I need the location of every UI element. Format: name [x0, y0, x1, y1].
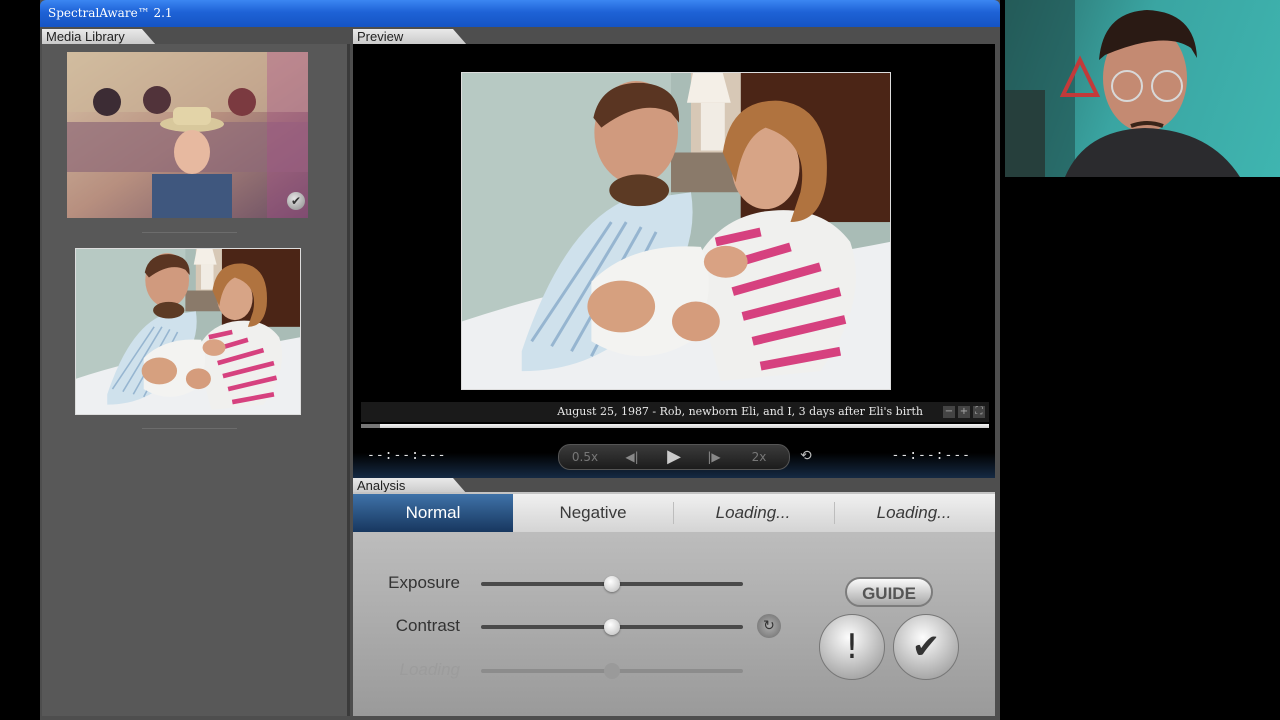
step-forward-icon[interactable]: |▶: [699, 445, 729, 469]
photo-caption: August 25, 1987 - Rob, newborn Eli, and …: [557, 405, 923, 418]
thumbnail-image: [76, 249, 300, 414]
guide-button[interactable]: GUIDE: [845, 577, 933, 607]
thumbnail-divider: [142, 428, 237, 429]
media-thumbnail-1[interactable]: ✔: [67, 52, 308, 218]
speed-slow-button[interactable]: 0.5x: [563, 445, 607, 469]
thumbnail-divider: [142, 232, 237, 233]
contrast-slider[interactable]: [481, 619, 743, 635]
transport-bar: --:--:--- 0.5x ◀| ▶ |▶ 2x ⟲ --:--:---: [353, 436, 995, 478]
thumbnail-image: [67, 52, 308, 218]
exposure-slider-thumb[interactable]: [604, 576, 620, 592]
title-bar[interactable]: SpectralAware™ 2.1: [40, 0, 1000, 27]
preview-header: Preview: [353, 29, 467, 45]
preview-photo: [461, 72, 891, 390]
media-library-header: Media Library: [42, 29, 156, 45]
caption-bar: August 25, 1987 - Rob, newborn Eli, and …: [361, 402, 989, 422]
tab-normal[interactable]: Normal: [353, 494, 513, 532]
media-thumbnail-2[interactable]: [75, 248, 301, 415]
confirm-button[interactable]: ✔: [893, 614, 959, 680]
step-back-icon[interactable]: ◀|: [617, 445, 647, 469]
tab-loading-1[interactable]: Loading...: [673, 494, 833, 532]
time-elapsed: --:--:---: [367, 448, 447, 463]
exposure-slider[interactable]: [481, 576, 743, 592]
photo-image: [462, 73, 890, 389]
zoom-out-icon[interactable]: −: [943, 406, 955, 418]
alert-button[interactable]: !: [819, 614, 885, 680]
loading-slider-thumb: [604, 663, 620, 679]
seek-bar[interactable]: [361, 424, 989, 428]
playback-controls: 0.5x ◀| ▶ |▶ 2x: [558, 444, 790, 470]
play-icon[interactable]: ▶: [659, 445, 689, 469]
seek-progress: [361, 424, 380, 428]
tab-negative[interactable]: Negative: [513, 494, 673, 532]
window-title: SpectralAware™ 2.1: [48, 6, 173, 20]
app-window: SpectralAware™ 2.1 Media Library ✔ Previ…: [40, 0, 1000, 720]
loading-label: Loading: [399, 660, 460, 679]
loop-icon[interactable]: ⟲: [800, 448, 812, 464]
mode-tabs: Normal Negative Loading... Loading...: [353, 494, 995, 532]
reset-icon[interactable]: ↻: [757, 614, 781, 638]
tab-loading-2[interactable]: Loading...: [834, 494, 994, 532]
zoom-in-icon[interactable]: +: [958, 406, 970, 418]
analysis-panel: Normal Negative Loading... Loading... Ex…: [353, 492, 995, 716]
exposure-label: Exposure: [388, 573, 460, 592]
selected-check-icon: ✔: [287, 192, 305, 210]
contrast-slider-thumb[interactable]: [604, 619, 620, 635]
media-library-panel: ✔: [42, 44, 350, 716]
webcam-overlay: [1005, 0, 1280, 177]
fullscreen-icon[interactable]: ⛶: [973, 406, 985, 418]
time-total: --:--:---: [891, 448, 971, 463]
speed-fast-button[interactable]: 2x: [737, 445, 781, 469]
contrast-label: Contrast: [395, 616, 460, 635]
preview-panel: August 25, 1987 - Rob, newborn Eli, and …: [353, 44, 995, 436]
webcam-feed: [1005, 0, 1240, 177]
loading-slider: [481, 663, 743, 679]
